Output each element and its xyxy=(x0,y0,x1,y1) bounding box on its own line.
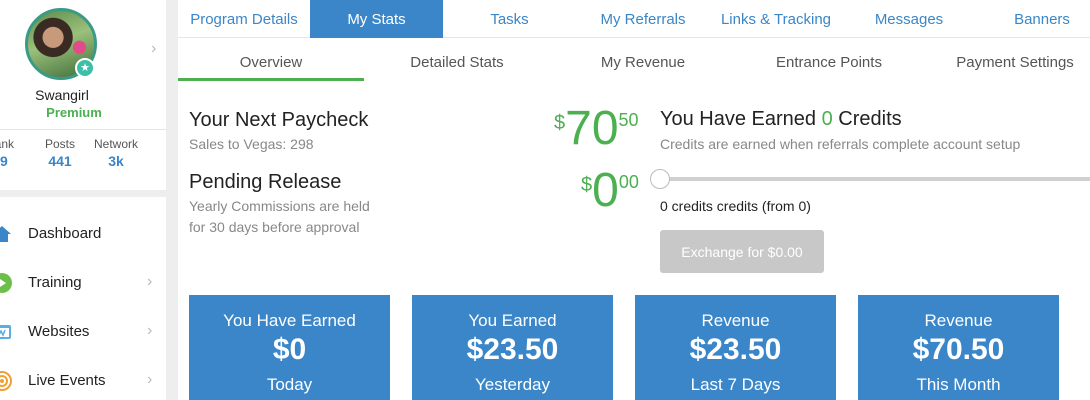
sidebar-item-label: Websites xyxy=(28,323,90,340)
subtab-detailed-stats[interactable]: Detailed Stats xyxy=(364,54,550,71)
credits-subtitle: Credits are earned when referrals comple… xyxy=(660,136,1021,152)
stat-network: Network 3k xyxy=(88,137,144,169)
stat-value: 3k xyxy=(108,153,124,169)
card-value: $23.50 xyxy=(689,333,782,366)
divider xyxy=(0,129,166,130)
credits-slider-handle[interactable] xyxy=(650,169,670,189)
card-value: $23.50 xyxy=(466,333,559,366)
summary-card-last-7-days: Revenue $23.50 Last 7 Days xyxy=(635,295,836,400)
credits-slider-track[interactable] xyxy=(660,177,1090,181)
chevron-right-icon: › xyxy=(147,322,153,339)
paycheck-amount: $7050 xyxy=(554,104,639,154)
home-icon xyxy=(0,226,11,242)
amount-cents: 00 xyxy=(618,172,639,192)
subtab-payment-settings[interactable]: Payment Settings xyxy=(922,54,1090,71)
tab-bar: Program Details My Stats Tasks My Referr… xyxy=(178,0,1090,38)
sidebar: ★ › Swangirl Premium Rank 39 Posts 441 N… xyxy=(0,0,166,400)
chevron-right-icon[interactable]: › xyxy=(151,40,156,58)
tab-my-stats[interactable]: My Stats xyxy=(310,0,443,38)
card-period: This Month xyxy=(916,375,1001,394)
card-period: Today xyxy=(266,375,313,394)
chevron-right-icon: › xyxy=(147,371,153,388)
card-label: Revenue xyxy=(701,311,770,330)
pending-line-1: Yearly Commissions are held xyxy=(189,198,370,214)
card-period: Last 7 Days xyxy=(690,375,781,394)
credits-count: 0 xyxy=(821,108,833,130)
currency-symbol: $ xyxy=(554,112,566,134)
tab-messages[interactable]: Messages xyxy=(844,0,974,38)
exchange-button[interactable]: Exchange for $0.00 xyxy=(660,230,824,273)
stat-posts: Posts 441 xyxy=(40,137,80,169)
credits-title-suffix: Credits xyxy=(838,108,902,130)
subtab-my-revenue[interactable]: My Revenue xyxy=(550,54,736,71)
tab-my-referrals[interactable]: My Referrals xyxy=(578,0,708,38)
active-subtab-indicator xyxy=(178,78,364,81)
pending-amount: $000 xyxy=(581,166,639,216)
credits-title-prefix: You Have Earned xyxy=(660,108,817,130)
sidebar-item-websites[interactable]: Websites › xyxy=(0,308,166,356)
sidebar-item-live-events[interactable]: Live Events › xyxy=(0,357,166,400)
website-icon xyxy=(0,325,11,339)
pending-title: Pending Release xyxy=(189,171,342,193)
paycheck-subtitle: Sales to Vegas: 298 xyxy=(189,136,314,152)
currency-symbol: $ xyxy=(581,174,593,196)
sidebar-nav: Dashboard Training › Websites › Live Eve… xyxy=(0,197,166,400)
sidebar-item-training[interactable]: Training › xyxy=(0,259,166,307)
play-icon xyxy=(0,273,12,293)
card-label: You Have Earned xyxy=(223,311,356,330)
tab-tasks[interactable]: Tasks xyxy=(443,0,576,38)
membership-level: Premium xyxy=(46,105,102,120)
card-label: You Earned xyxy=(468,311,557,330)
stat-value: 39 xyxy=(0,153,8,169)
card-label: Revenue xyxy=(924,311,993,330)
credits-slider-caption: 0 credits credits (from 0) xyxy=(660,198,811,214)
amount-whole: 0 xyxy=(592,164,619,217)
chevron-right-icon: › xyxy=(147,273,153,290)
subtab-bar: Overview Detailed Stats My Revenue Entra… xyxy=(178,39,1090,81)
profile-card[interactable]: ★ › Swangirl Premium Rank 39 Posts 441 N… xyxy=(0,0,166,190)
card-value: $70.50 xyxy=(912,333,1005,366)
amount-whole: 70 xyxy=(565,102,619,155)
card-period: Yesterday xyxy=(475,375,550,394)
amount-cents: 50 xyxy=(618,110,639,130)
summary-card-yesterday: You Earned $23.50 Yesterday xyxy=(412,295,613,400)
paycheck-title: Your Next Paycheck xyxy=(189,109,369,131)
tab-program-details[interactable]: Program Details xyxy=(178,0,310,38)
sidebar-item-label: Live Events xyxy=(28,372,106,389)
stat-label: Network xyxy=(93,137,138,151)
tab-banners[interactable]: Banners xyxy=(978,0,1090,38)
card-value: $0 xyxy=(272,333,307,366)
main-panel: Program Details My Stats Tasks My Referr… xyxy=(178,0,1090,400)
tab-links-tracking[interactable]: Links & Tracking xyxy=(708,0,844,38)
stat-rank: Rank 39 xyxy=(0,137,20,169)
star-badge-icon: ★ xyxy=(75,58,95,78)
summary-card-this-month: Revenue $70.50 This Month xyxy=(858,295,1059,400)
stat-value: 441 xyxy=(48,153,72,169)
sidebar-item-label: Training xyxy=(28,274,82,291)
credits-title: You Have Earned 0 Credits xyxy=(660,108,902,131)
sidebar-item-label: Dashboard xyxy=(28,225,102,242)
subtab-overview[interactable]: Overview xyxy=(178,54,364,71)
broadcast-icon xyxy=(0,371,12,391)
username: Swangirl xyxy=(35,87,89,103)
sidebar-item-dashboard[interactable]: Dashboard xyxy=(0,210,166,258)
stat-label: Rank xyxy=(0,137,14,151)
stat-label: Posts xyxy=(44,137,75,151)
subtab-entrance-points[interactable]: Entrance Points xyxy=(736,54,922,71)
summary-card-today: You Have Earned $0 Today xyxy=(189,295,390,400)
pending-line-2: for 30 days before approval xyxy=(189,219,360,235)
